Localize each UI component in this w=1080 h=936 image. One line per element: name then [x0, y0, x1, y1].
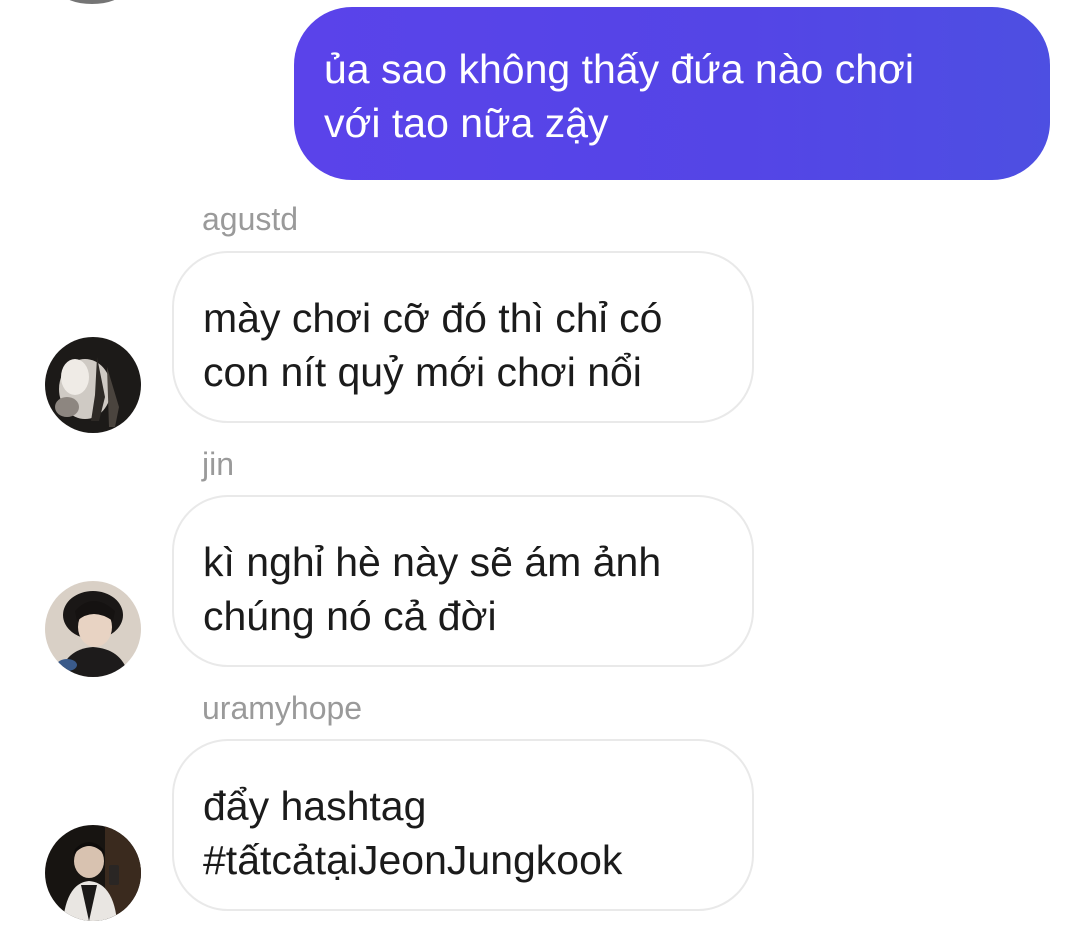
incoming-message-bubble[interactable]: đẩy hashtag #tấtcảtạiJeonJungkook — [172, 739, 754, 911]
sender-name: uramyhope — [202, 690, 363, 726]
avatar[interactable] — [45, 825, 141, 921]
incoming-message-bubble[interactable]: kì nghỉ hè này sẽ ám ảnh chúng nó cả đời — [172, 495, 754, 667]
avatar-image — [45, 825, 141, 921]
avatar-image — [45, 581, 141, 677]
avatar[interactable] — [45, 581, 141, 677]
avatar[interactable] — [45, 337, 141, 433]
avatar-image — [45, 337, 141, 433]
sender-name: jin — [202, 446, 235, 482]
outgoing-message-bubble[interactable]: ủa sao không thấy đứa nào chơi với tao n… — [294, 7, 1050, 180]
avatar[interactable] — [62, 0, 122, 4]
sender-name: agustd — [202, 201, 299, 237]
chat-thread: ủa sao không thấy đứa nào chơi với tao n… — [0, 0, 1080, 936]
incoming-message-bubble[interactable]: mày chơi cỡ đó thì chỉ có con nít quỷ mớ… — [172, 251, 754, 423]
